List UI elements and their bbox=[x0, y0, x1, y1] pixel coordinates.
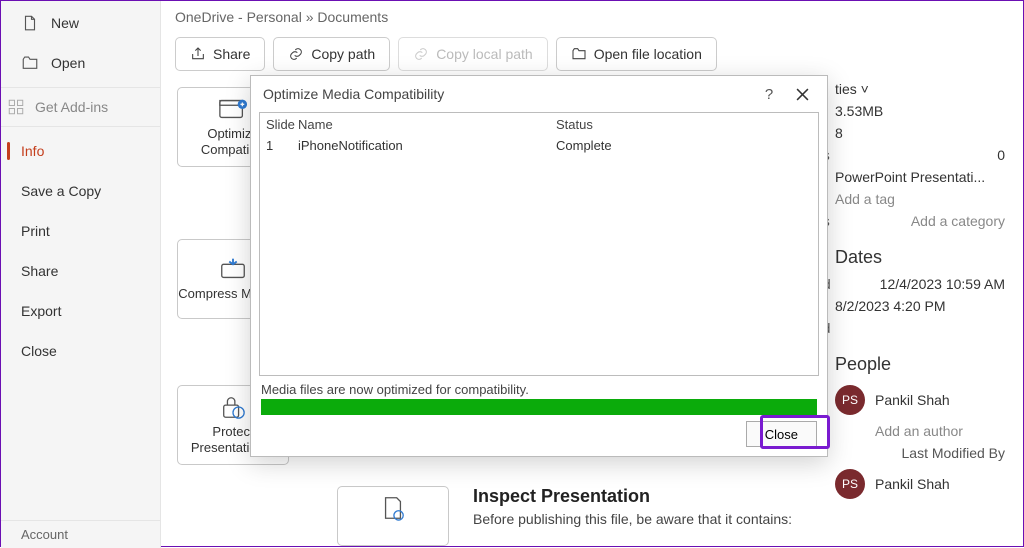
author-name: Pankil Shah bbox=[875, 392, 950, 408]
nav-export[interactable]: Export bbox=[1, 291, 160, 331]
col-slide[interactable]: Slide bbox=[260, 117, 298, 132]
date-created: 8/2/2023 4:20 PM bbox=[835, 298, 946, 314]
people-heading: People bbox=[835, 354, 1005, 375]
nav-account[interactable]: Account bbox=[1, 520, 160, 548]
modifier-name: Pankil Shah bbox=[875, 476, 950, 492]
nav-export-label: Export bbox=[21, 303, 61, 319]
prop-format: PowerPoint Presentati... bbox=[835, 169, 985, 185]
inspect-section: Inspect Presentation Before publishing t… bbox=[337, 486, 792, 546]
nav-open-label: Open bbox=[51, 55, 85, 71]
backstage-sidebar: New Open Get Add-ins Info Save a Copy Pr… bbox=[1, 1, 161, 548]
share-button[interactable]: Share bbox=[175, 37, 265, 71]
compress-icon bbox=[218, 256, 248, 282]
nav-save-copy-label: Save a Copy bbox=[21, 183, 101, 199]
dialog-titlebar: Optimize Media Compatibility ? bbox=[251, 76, 827, 112]
col-name[interactable]: Name bbox=[298, 117, 556, 132]
dialog-title: Optimize Media Compatibility bbox=[263, 86, 444, 102]
grid-header: Slide Name Status bbox=[260, 113, 818, 135]
link-icon-disabled bbox=[413, 46, 429, 62]
copy-local-path-button: Copy local path bbox=[398, 37, 548, 71]
nav-print[interactable]: Print bbox=[1, 211, 160, 251]
nav-close[interactable]: Close bbox=[1, 331, 160, 371]
properties-panel: ties ˅ 3.53MB 8 lides0 PowerPoint Presen… bbox=[835, 81, 1005, 507]
prop-hidden: 0 bbox=[997, 147, 1005, 163]
prop-slides: 8 bbox=[835, 125, 843, 141]
nav-new-label: New bbox=[51, 15, 79, 31]
nav-share-label: Share bbox=[21, 263, 58, 279]
grid-row[interactable]: 1 iPhoneNotification Complete bbox=[260, 135, 818, 155]
nav-close-label: Close bbox=[21, 343, 57, 359]
nav-share[interactable]: Share bbox=[1, 251, 160, 291]
modifier-row[interactable]: PS Pankil Shah bbox=[835, 469, 1005, 499]
open-icon bbox=[21, 54, 39, 72]
progress-bar bbox=[261, 399, 817, 415]
nav-addins-label: Get Add-ins bbox=[35, 99, 108, 115]
help-button[interactable]: ? bbox=[757, 79, 781, 109]
col-status[interactable]: Status bbox=[556, 117, 818, 132]
nav-addins[interactable]: Get Add-ins bbox=[1, 87, 160, 127]
avatar: PS bbox=[835, 469, 865, 499]
inspect-title: Inspect Presentation bbox=[473, 486, 792, 507]
date-modified: 12/4/2023 10:59 AM bbox=[880, 276, 1005, 292]
author-row[interactable]: PS Pankil Shah bbox=[835, 385, 1005, 415]
nav-save-copy[interactable]: Save a Copy bbox=[1, 171, 160, 211]
avatar: PS bbox=[835, 385, 865, 415]
optimize-dialog: Optimize Media Compatibility ? Slide Nam… bbox=[250, 75, 828, 457]
add-author[interactable]: Add an author bbox=[875, 423, 963, 439]
nav-info-label: Info bbox=[21, 143, 44, 159]
link-icon bbox=[288, 46, 304, 62]
properties-dropdown[interactable]: ties ˅ bbox=[835, 81, 869, 97]
film-icon bbox=[218, 96, 248, 122]
close-x-button[interactable] bbox=[787, 79, 817, 109]
new-icon bbox=[21, 14, 39, 32]
add-tag[interactable]: Add a tag bbox=[835, 191, 895, 207]
nav-new[interactable]: New bbox=[1, 3, 160, 43]
add-category[interactable]: Add a category bbox=[911, 213, 1005, 229]
prop-size: 3.53MB bbox=[835, 103, 883, 119]
breadcrumb: OneDrive - Personal » Documents bbox=[175, 9, 1009, 25]
inspect-card[interactable] bbox=[337, 486, 449, 546]
dates-heading: Dates bbox=[835, 247, 1005, 268]
nav-print-label: Print bbox=[21, 223, 50, 239]
nav-open[interactable]: Open bbox=[1, 43, 160, 83]
inspect-sub: Before publishing this file, be aware th… bbox=[473, 511, 792, 527]
open-location-button[interactable]: Open file location bbox=[556, 37, 717, 71]
media-grid: Slide Name Status 1 iPhoneNotification C… bbox=[259, 112, 819, 376]
folder-icon bbox=[571, 46, 587, 62]
inspect-icon bbox=[378, 495, 408, 521]
dialog-close-button[interactable]: Close bbox=[746, 421, 817, 447]
dialog-status-message: Media files are now optimized for compat… bbox=[261, 382, 817, 397]
nav-info[interactable]: Info bbox=[1, 131, 160, 171]
toolbar: Share Copy path Copy local path Open fil… bbox=[175, 37, 1009, 71]
addins-icon bbox=[7, 98, 25, 116]
lock-icon bbox=[218, 394, 248, 420]
copy-path-button[interactable]: Copy path bbox=[273, 37, 390, 71]
share-icon bbox=[190, 46, 206, 62]
